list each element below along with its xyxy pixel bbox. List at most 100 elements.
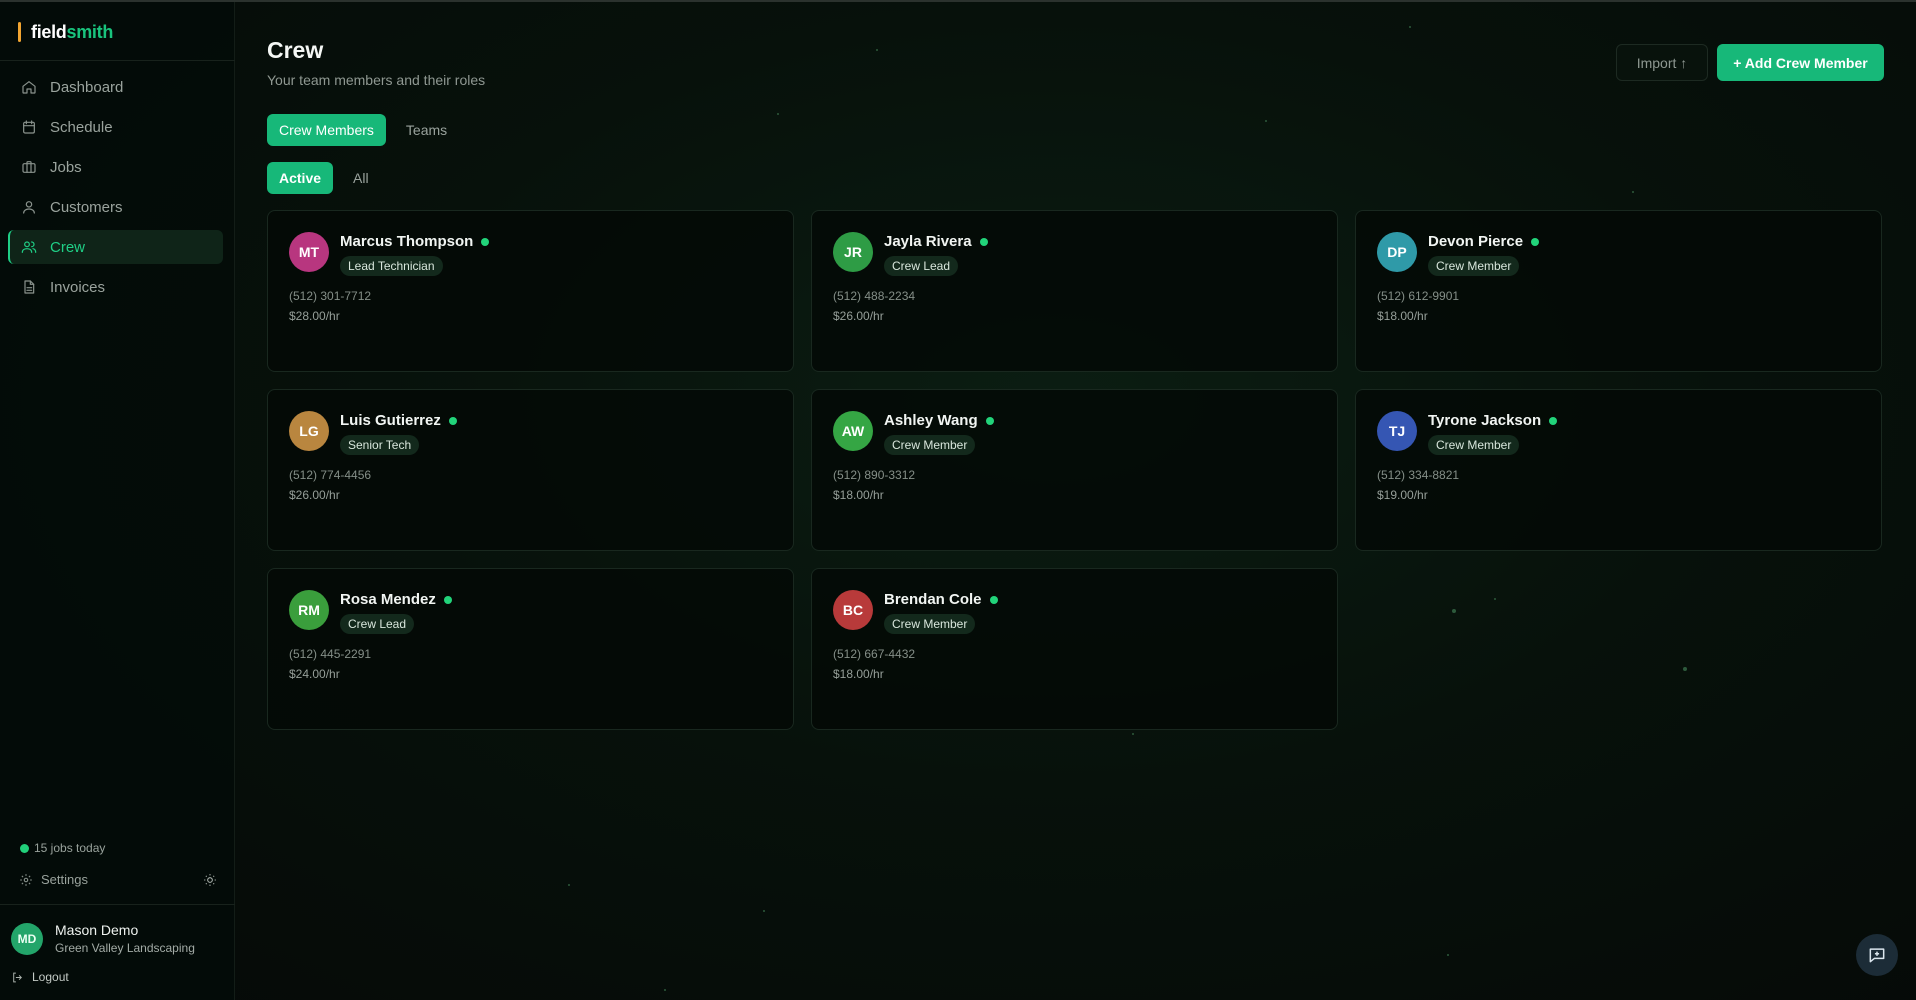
sidebar-item-label: Jobs [50,158,82,176]
avatar: TJ [1377,411,1417,451]
avatar: JR [833,232,873,272]
crew-card[interactable]: BC Brendan Cole Crew Member (512) 667-44… [811,568,1338,730]
file-icon [24,280,35,294]
role-badge: Crew Lead [340,614,415,634]
crew-rate: $18.00/hr [833,488,884,502]
tab-crew-members[interactable]: Crew Members [267,114,386,146]
crew-phone: (512) 445-2291 [289,647,372,661]
jobs-today-label: 15 jobs today [34,841,106,855]
status-dot [979,237,988,246]
sidebar-item-label: Crew [50,238,86,256]
background-star [1447,954,1449,956]
role-badge: Crew Member [1428,256,1520,276]
crew-name: Tyrone Jackson [1428,412,1542,429]
crew-rate: $18.00/hr [833,667,884,681]
status-dot [448,416,457,425]
sidebar-item-label: Schedule [50,118,113,136]
sidebar-item-dashboard[interactable]: Dashboard [8,70,223,104]
crew-card[interactable]: DP Devon Pierce Crew Member (512) 612-99… [1355,210,1882,372]
crew-phone: (512) 334-8821 [1377,468,1460,482]
logout-icon [13,972,22,982]
filter-all[interactable]: All [341,162,381,194]
sidebar-item-customers[interactable]: Customers [8,190,223,224]
add-crew-member-button[interactable]: + Add Crew Member [1717,44,1884,81]
avatar: LG [289,411,329,451]
crew-card[interactable]: AW Ashley Wang Crew Member (512) 890-331… [811,389,1338,551]
sidebar-item-label: Dashboard [50,78,124,96]
crew-name-row: Brendan Cole [884,591,998,608]
chat-support-button[interactable] [1856,934,1898,976]
sidebar: fieldsmith Dashboard Schedule Jobs Custo… [0,0,235,1000]
role-badge: Crew Lead [884,256,959,276]
avatar: AW [833,411,873,451]
crew-card[interactable]: RM Rosa Mendez Crew Lead (512) 445-2291 … [267,568,794,730]
settings-link[interactable]: Settings [19,872,88,887]
crew-name-row: Ashley Wang [884,412,994,429]
brand-name-part1: field [31,21,67,42]
users-icon [21,241,37,253]
sidebar-divider [0,904,235,905]
crew-name-row: Devon Pierce [1428,233,1540,250]
crew-rate: $18.00/hr [1377,309,1428,323]
sidebar-item-label: Customers [50,198,123,216]
crew-rate: $19.00/hr [1377,488,1428,502]
avatar: DP [1377,232,1417,272]
crew-name: Devon Pierce [1428,233,1524,250]
sidebar-item-crew[interactable]: Crew [8,230,223,264]
status-dot [989,595,998,604]
crew-name: Marcus Thompson [340,233,474,250]
sidebar-item-schedule[interactable]: Schedule [8,110,223,144]
filter-active[interactable]: Active [267,162,334,194]
page-title: Crew [267,37,324,63]
status-dot [481,237,490,246]
chat-icon [1869,948,1885,963]
crew-name-row: Jayla Rivera [884,233,988,250]
crew-rate: $26.00/hr [289,488,340,502]
crew-name: Ashley Wang [884,412,978,429]
avatar: BC [833,590,873,630]
logo-mark [18,22,21,42]
theme-toggle-sun-icon[interactable] [203,873,217,887]
status-dot [20,843,29,853]
status-filters: Active All [267,162,389,194]
role-badge: Crew Member [1428,435,1520,455]
user-profile[interactable]: MD Mason Demo Green Valley Landscaping [11,922,195,955]
crew-phone: (512) 667-4432 [833,647,916,661]
crew-name-row: Rosa Mendez [340,591,452,608]
avatar: RM [289,590,329,630]
role-badge: Crew Member [884,435,976,455]
tab-teams[interactable]: Teams [394,114,459,146]
crew-phone: (512) 890-3312 [833,468,916,482]
role-badge: Lead Technician [340,256,443,276]
background-star [664,989,666,991]
role-badge: Senior Tech [340,435,420,455]
brand-name-part2: smith [66,21,114,42]
crew-phone: (512) 612-9901 [1377,289,1460,303]
logout-button[interactable]: Logout [11,970,69,984]
crew-card[interactable]: MT Marcus Thompson Lead Technician (512)… [267,210,794,372]
crew-phone: (512) 301-7712 [289,289,372,303]
crew-phone: (512) 774-4456 [289,468,372,482]
crew-name: Brendan Cole [884,591,982,608]
crew-card[interactable]: JR Jayla Rivera Crew Lead (512) 488-2234… [811,210,1338,372]
sidebar-nav: Dashboard Schedule Jobs Customers Crew I… [8,70,223,310]
briefcase-icon [22,161,36,173]
settings-label: Settings [41,872,88,887]
crew-card[interactable]: TJ Tyrone Jackson Crew Member (512) 334-… [1355,389,1882,551]
brand-name: fieldsmith [31,22,113,43]
window-top-border [0,0,1916,2]
status-dot [985,416,994,425]
crew-card[interactable]: LG Luis Gutierrez Senior Tech (512) 774-… [267,389,794,551]
view-tabs: Crew Members Teams [267,114,467,146]
status-dot [1549,416,1558,425]
crew-rate: $24.00/hr [289,667,340,681]
import-button[interactable]: Import ↑ [1616,44,1708,81]
user-icon [23,201,35,214]
brand-logo[interactable]: fieldsmith [18,20,113,44]
sidebar-item-jobs[interactable]: Jobs [8,150,223,184]
crew-name-row: Tyrone Jackson [1428,412,1558,429]
home-icon [22,81,36,94]
user-name: Mason Demo [55,922,139,938]
sidebar-item-invoices[interactable]: Invoices [8,270,223,304]
role-badge: Crew Member [884,614,976,634]
